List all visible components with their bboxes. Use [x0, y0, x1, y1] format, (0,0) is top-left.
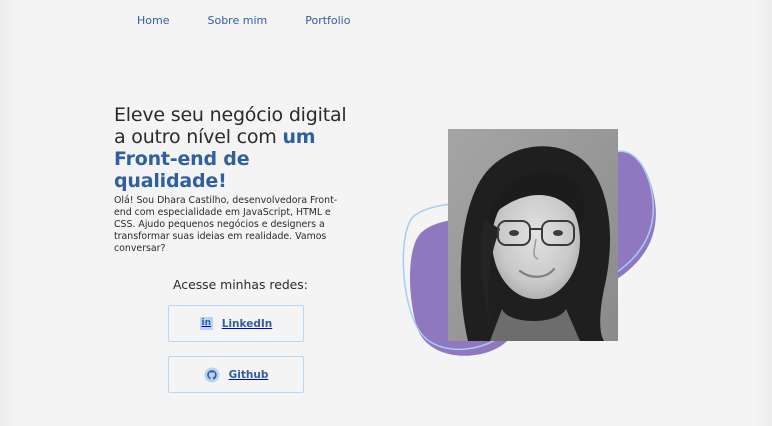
linkedin-button[interactable]: in LinkedIn — [168, 305, 304, 342]
github-icon — [204, 367, 220, 383]
linkedin-button-label: LinkedIn — [221, 317, 273, 330]
nav-item-sobre-mim[interactable]: Sobre mim — [207, 14, 267, 28]
hero-portrait — [398, 126, 663, 364]
portrait-photo — [448, 129, 618, 341]
github-button-label: Github — [228, 368, 269, 381]
nav-item-portfolio[interactable]: Portfolio — [305, 14, 350, 28]
hero-title: Eleve seu negócio digital a outro nível … — [114, 104, 359, 192]
github-button[interactable]: Github — [168, 356, 304, 393]
top-nav: Home Sobre mim Portfolio — [137, 14, 350, 28]
nav-item-home[interactable]: Home — [137, 14, 169, 28]
hero-description: Olá! Sou Dhara Castilho, desenvolvedora … — [114, 195, 338, 254]
linkedin-icon: in — [199, 317, 213, 330]
socials-heading: Acesse minhas redes: — [173, 277, 308, 292]
